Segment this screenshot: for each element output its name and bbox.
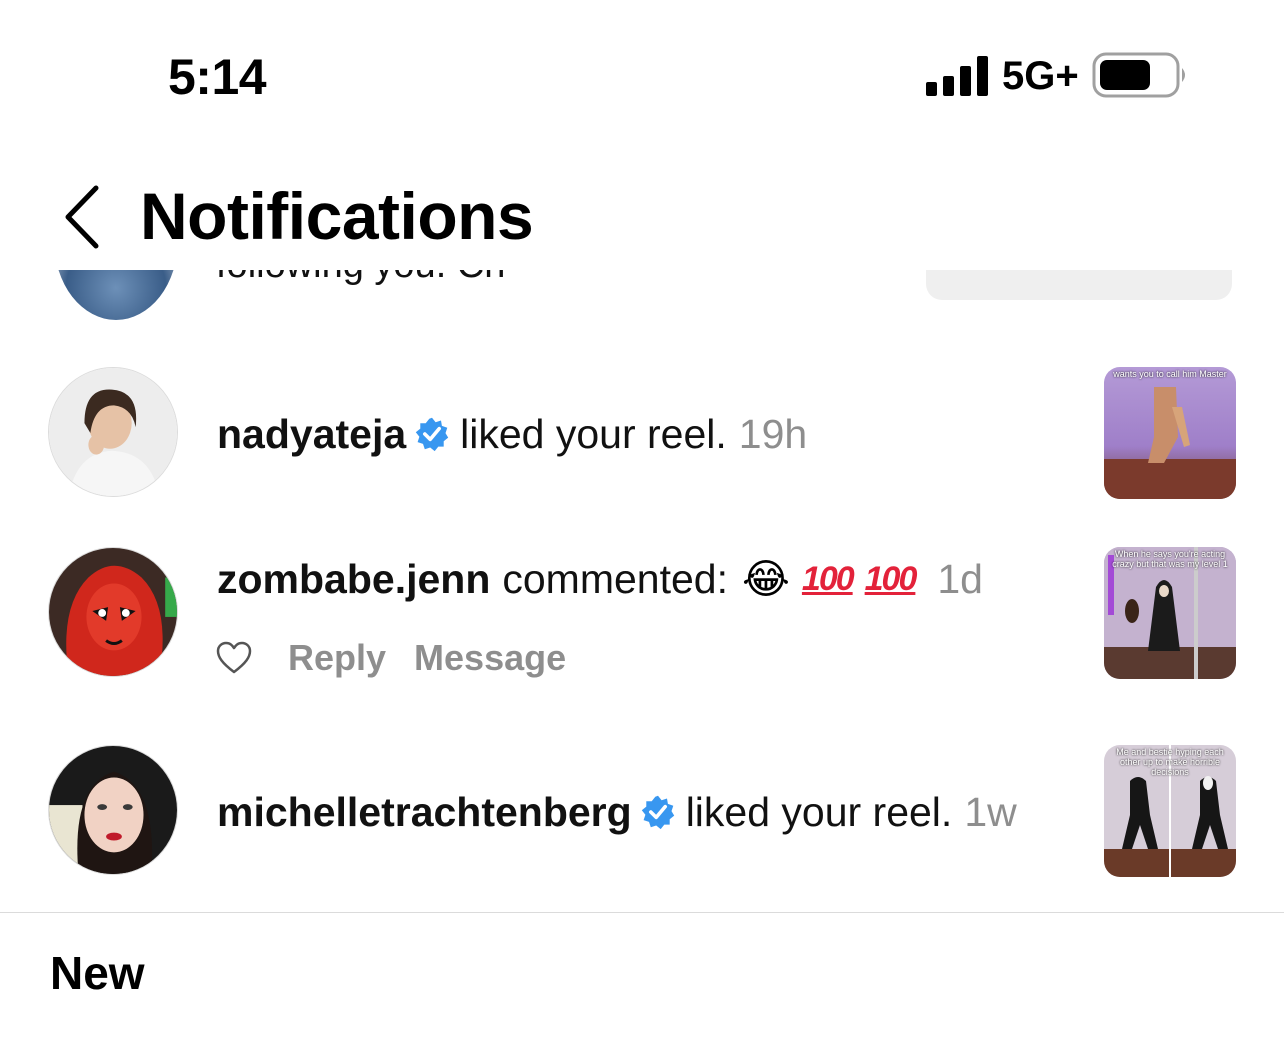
avatar[interactable] (54, 270, 178, 320)
avatar[interactable] (48, 367, 178, 497)
notification-time: 1w (964, 789, 1017, 835)
status-time: 5:14 (168, 49, 267, 105)
hundred-emoji: 100 (801, 560, 855, 598)
laughing-emoji: 😂 (741, 556, 790, 602)
reel-thumbnail-caption: Me and bestie hyping each other up to ma… (1116, 747, 1224, 777)
network-label: 5G+ (1002, 54, 1079, 98)
message-button[interactable]: Message (414, 637, 566, 679)
reel-thumbnail-caption: When he says you're acting crazy but tha… (1112, 549, 1228, 569)
verified-badge-icon (415, 417, 449, 452)
verified-badge-icon (641, 795, 674, 830)
notification-row[interactable]: nadyateja liked your reel. 19h wants you… (0, 366, 1284, 500)
notification-action: liked your reel. (685, 789, 953, 835)
chevron-left-icon (65, 185, 99, 249)
follow-button[interactable] (926, 270, 1232, 300)
reel-thumbnail[interactable]: wants you to call him Master (1104, 367, 1236, 499)
notification-time: 19h (738, 411, 808, 457)
heart-icon[interactable] (216, 641, 252, 675)
notification-row[interactable]: zombabe.jenn commented: 😂 100 100 1d Whe… (0, 546, 1284, 696)
username[interactable]: zombabe.jenn (217, 554, 490, 604)
avatar[interactable] (48, 745, 178, 875)
header: Notifications (0, 160, 1284, 270)
back-button[interactable] (58, 182, 108, 252)
notification-text: zombabe.jenn commented: 😂 100 100 1d (217, 554, 983, 604)
notification-time: 1d (937, 556, 983, 602)
section-header-new: New (50, 947, 145, 999)
clipped-notification-text: following you. Ch (216, 270, 505, 287)
notification-text: michelletrachtenberg liked your reel. 1w (217, 787, 1017, 837)
battery-icon (1092, 52, 1190, 98)
reel-thumbnail[interactable]: When he says you're acting crazy but tha… (1104, 547, 1236, 679)
notification-action: liked your reel. (460, 411, 727, 457)
comment-actions: Reply Message (216, 636, 594, 680)
username[interactable]: nadyateja (217, 409, 406, 459)
reel-thumbnail-caption: wants you to call him Master (1113, 369, 1227, 379)
signal-icon (926, 56, 992, 96)
section-divider (0, 912, 1284, 913)
notification-action: commented: (502, 556, 728, 602)
reply-button[interactable]: Reply (288, 637, 386, 679)
reel-thumbnail[interactable]: Me and bestie hyping each other up to ma… (1104, 745, 1236, 877)
hundred-emoji: 100 (864, 560, 918, 598)
notification-text: nadyateja liked your reel. 19h (217, 409, 807, 459)
notification-row[interactable]: michelletrachtenberg liked your reel. 1w… (0, 744, 1284, 878)
username[interactable]: michelletrachtenberg (217, 787, 632, 837)
clipped-notification-row[interactable]: following you. Ch (0, 270, 1284, 330)
avatar[interactable] (48, 547, 178, 677)
page-title: Notifications (140, 179, 534, 253)
